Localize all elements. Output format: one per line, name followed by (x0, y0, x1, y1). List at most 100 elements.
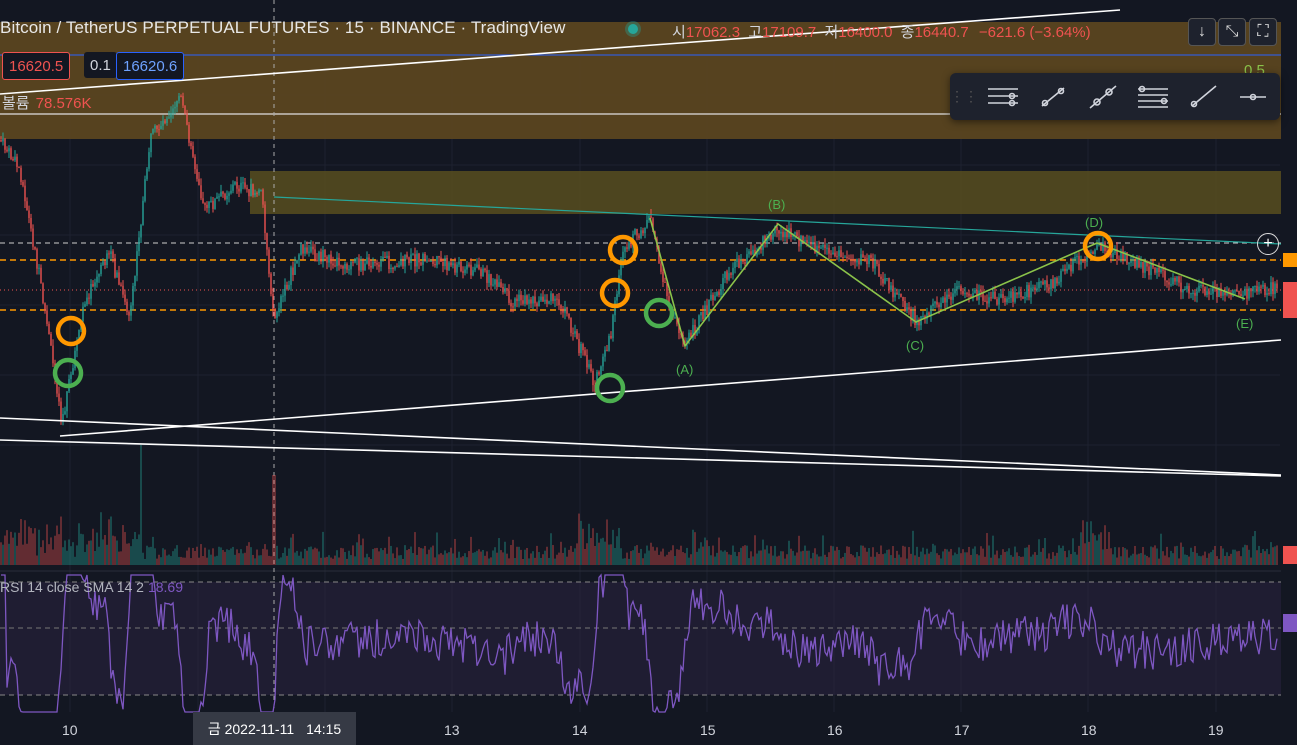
candle-body (46, 310, 48, 324)
collapse-icon[interactable]: ⤡ (1218, 18, 1246, 46)
candle-body (534, 296, 536, 304)
fib-retracement-tool-icon[interactable] (1128, 73, 1178, 120)
candle-body (1180, 282, 1182, 293)
change-value: −621.6 (−3.64%) (978, 24, 1091, 41)
fullscreen-icon[interactable]: ⛶ (1249, 18, 1277, 46)
volume-bar (928, 553, 930, 565)
horizontal-ray-tool-icon[interactable] (978, 73, 1028, 120)
volume-bar (386, 553, 388, 565)
candle-body (1198, 285, 1200, 292)
candle-body (1274, 283, 1276, 295)
candle-body (424, 253, 426, 261)
candle-body (286, 284, 288, 290)
candle-body (148, 152, 150, 169)
add-plus-icon[interactable]: + (1257, 233, 1279, 255)
time-tick: 10 (62, 722, 78, 738)
drag-handle-icon[interactable]: ⋮⋮ (950, 73, 978, 120)
horizontal-line-tool-icon[interactable] (1228, 73, 1278, 120)
ray-tool-icon[interactable] (1178, 73, 1228, 120)
volume-bar (214, 556, 216, 565)
candle-body (368, 257, 370, 266)
time-tick: 16 (827, 722, 843, 738)
candle-body (274, 309, 276, 318)
volume-bar (340, 547, 342, 565)
candle-body (1046, 280, 1048, 288)
candle-body (822, 244, 824, 248)
buy-price-button[interactable]: 16620.6 (116, 52, 185, 80)
candle-body (200, 185, 202, 199)
candle-body (830, 253, 832, 255)
candle-body (102, 261, 104, 265)
candle-body (940, 302, 942, 308)
candle-body (416, 253, 418, 267)
volume-bar (330, 557, 332, 565)
candle-body (412, 254, 414, 256)
volume-bar (968, 546, 970, 565)
candle-body (1248, 288, 1250, 299)
candle-body (420, 262, 422, 265)
volume-bar (664, 556, 666, 565)
volume-bar (26, 543, 28, 565)
candle-body (12, 158, 14, 161)
candle-body (264, 204, 266, 234)
candle-body (146, 168, 148, 180)
volume-bar (100, 512, 102, 565)
volume-bar (564, 547, 566, 565)
candle-body (1112, 253, 1114, 258)
trend-line-tool-icon[interactable] (1028, 73, 1078, 120)
candle-body (568, 313, 570, 318)
volume-bar (1242, 547, 1244, 565)
volume-bar (376, 547, 378, 565)
candle-body (304, 247, 306, 254)
candle-body (946, 294, 948, 303)
volume-bar (260, 555, 262, 565)
volume-bar (786, 554, 788, 565)
volume-bar (778, 555, 780, 565)
volume-bar (964, 552, 966, 565)
candle-body (16, 156, 18, 167)
candle-body (1160, 269, 1162, 273)
volume-bar (82, 534, 84, 565)
volume-bar (960, 553, 962, 565)
candle-body (60, 401, 62, 421)
candle-body (372, 261, 374, 268)
candle-body (524, 295, 526, 304)
candle-body (578, 339, 580, 354)
candle-body (1060, 270, 1062, 282)
candle-body (210, 200, 212, 202)
volume-bar (1268, 554, 1270, 565)
volume-bar (774, 545, 776, 565)
volume-bar (460, 557, 462, 565)
volume-bar (232, 546, 234, 565)
volume-bar (230, 548, 232, 565)
high-label: 고 (748, 24, 763, 41)
candle-body (442, 261, 444, 267)
candle-body (512, 306, 514, 308)
candle-body (954, 289, 956, 294)
candle-body (820, 247, 822, 249)
volume-bar (276, 545, 278, 565)
volume-bar (632, 550, 634, 565)
volume-bar (630, 551, 632, 565)
volume-bar (1228, 556, 1230, 565)
candle-body (366, 257, 368, 264)
volume-bar (78, 523, 80, 565)
candle-body (270, 273, 272, 294)
extended-line-tool-icon[interactable] (1078, 73, 1128, 120)
volume-bar (1150, 546, 1152, 565)
volume-bar (568, 549, 570, 565)
candle-body (732, 267, 734, 275)
candle-body (894, 292, 896, 298)
volume-bar (124, 532, 126, 565)
candle-body (950, 296, 952, 300)
down-arrow-icon[interactable]: ↓ (1188, 18, 1216, 46)
candle-body (1032, 287, 1034, 289)
volume-bar (714, 556, 716, 565)
volume-bar (1276, 545, 1278, 565)
volume-bar (970, 554, 972, 565)
volume-bar (292, 533, 294, 565)
volume-bar (32, 533, 34, 565)
volume-bar (710, 555, 712, 565)
volume-bar (1138, 553, 1140, 565)
sell-price-button[interactable]: 16620.5 (2, 52, 71, 80)
